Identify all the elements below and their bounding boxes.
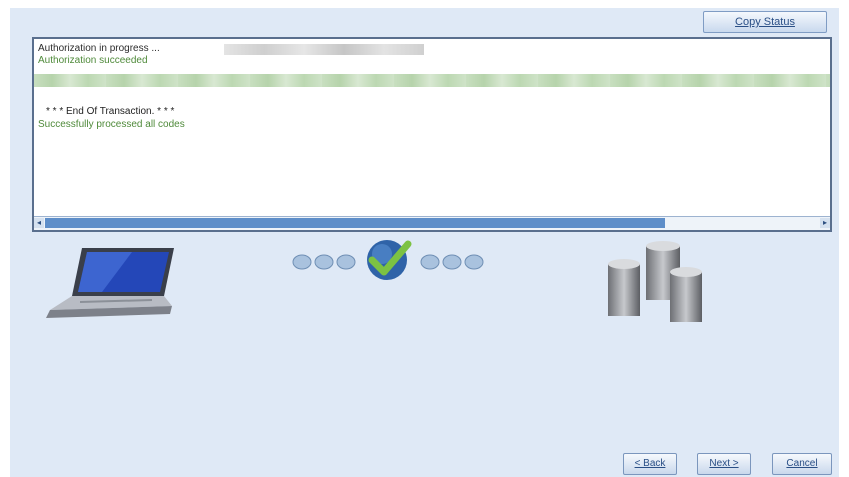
status-log[interactable]: Authorization in progress ... Authorizat… [32, 37, 832, 232]
scroll-left-icon[interactable]: ◂ [34, 218, 44, 228]
progress-indicator [292, 240, 484, 280]
horizontal-scrollbar[interactable]: ◂ ▸ [34, 216, 830, 230]
scroll-right-icon[interactable]: ▸ [820, 218, 830, 228]
redacted-line [34, 74, 830, 87]
log-line-authorization-succeeded: Authorization succeeded [38, 55, 148, 66]
log-line-success: Successfully processed all codes [38, 119, 185, 130]
cancel-button[interactable]: Cancel [772, 453, 832, 475]
next-button[interactable]: Next > [697, 453, 751, 475]
copy-status-button[interactable]: Copy Status [703, 11, 827, 33]
redacted-text [224, 44, 424, 55]
database-servers-icon [608, 241, 702, 322]
checkmark-progress-icon [367, 240, 412, 280]
back-button[interactable]: < Back [623, 453, 677, 475]
laptop-icon [46, 248, 174, 318]
log-line-authorization-progress: Authorization in progress ... [38, 43, 160, 54]
scrollbar-thumb[interactable] [45, 218, 665, 228]
log-line-end-transaction: * * * End Of Transaction. * * * [46, 106, 175, 117]
